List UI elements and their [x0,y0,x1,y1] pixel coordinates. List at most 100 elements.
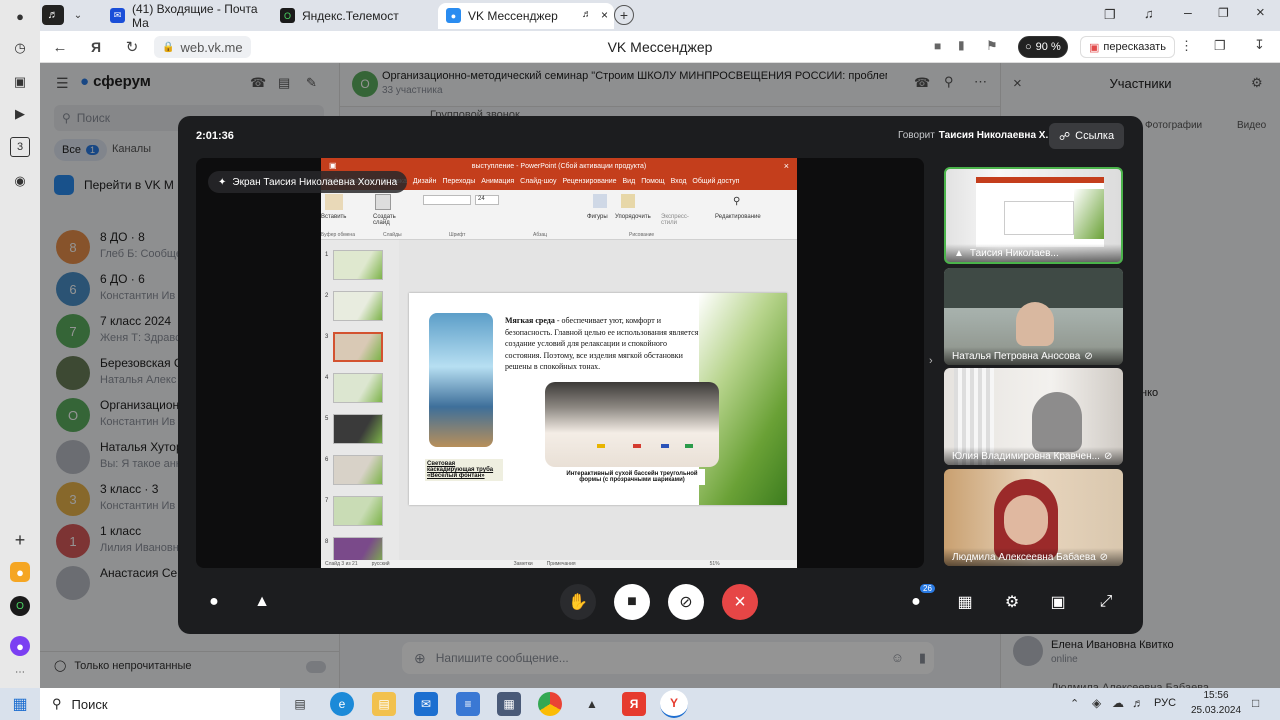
mic-button[interactable]: ⊘ [668,584,704,620]
yandex-icon[interactable]: Я [622,692,646,716]
ppt-ribbon: Вставить Создать слайд 24 Фигуры Упорядо… [321,190,797,240]
clock-time[interactable]: 15:56 [1186,690,1246,701]
tab-list-icon[interactable]: ⌄ [68,5,88,25]
call-timer: 2:01:36 [196,130,234,142]
grid-layout-button[interactable]: ▦ [947,584,983,620]
thumb-number: 8 [325,539,329,545]
pip-button[interactable]: ▣ [1040,584,1076,620]
add-icon[interactable]: + [10,530,30,550]
extensions-icon[interactable]: ❐ [1214,38,1226,54]
slide-thumbnail [333,291,383,321]
share-screen-button[interactable]: ▲ [244,584,280,620]
start-icon[interactable]: ▦ [8,692,32,716]
close-window-icon[interactable]: × [1256,4,1265,21]
zoom-badge[interactable]: ○ 90 % [1018,36,1068,58]
history-icon[interactable]: ◷ [10,38,30,58]
pool-light-green [685,444,693,448]
raise-hand-button[interactable]: ✋ [560,584,596,620]
chevron-right-icon[interactable]: › [929,355,933,367]
dry-pool-image [545,382,719,467]
app-orange-icon[interactable]: ● [10,562,30,582]
tray-chevron-icon[interactable]: ⌃ [1070,697,1079,710]
settings-button[interactable]: ⚙ [994,584,1030,620]
fullscreen-button[interactable]: ⤢ [1088,584,1124,620]
language-indicator[interactable]: РУС [1154,697,1176,709]
bookmark-manager-icon[interactable]: ❐ [1104,7,1116,23]
collections-icon[interactable]: ▣ [10,72,30,92]
restore-icon[interactable]: ❐ [1218,6,1229,20]
participant-tile[interactable]: Людмила Алексеевна Бабаева ⊘ [944,469,1123,566]
taskbar: ▦ ⚲ Поиск ▤ e ▤ ✉ ≡ ▦ ▲ Я Y ⌃ ◈ ☁ ♬ РУС … [0,688,1280,720]
tab-vk-messenger[interactable]: ● VK Мессенджер ♬ × [438,3,614,29]
bookmark-icon[interactable]: ⚑ [986,38,998,54]
tab-strip: ♬ ⌄ ✉ (41) Входящие - Почта Ма O Яндекс.… [40,0,1280,31]
new-slide-icon [375,194,391,210]
tab-telemost[interactable]: O Яндекс.Телемост [272,3,432,29]
translate-button[interactable]: ▣ пересказать [1080,36,1175,58]
camera-icon[interactable]: ◉ [10,171,30,191]
play-icon[interactable]: ▶ [10,104,30,124]
chat-icon: ● [209,593,219,610]
pool-light-yellow [597,444,605,448]
task-view-icon[interactable]: ▤ [288,692,312,716]
participant-tile[interactable]: Наталья Петровна Аносова ⊘ [944,268,1123,365]
thumb-number: 7 [325,498,329,504]
speaker-icon[interactable]: ♬ [42,5,64,25]
close-tab-icon[interactable]: × [601,8,608,22]
clock-date[interactable]: 25.03.2024 [1186,705,1246,716]
mail-icon[interactable]: ✉ [414,692,438,716]
participant-tile[interactable]: Юлия Владимировна Кравчен... ⊘ [944,368,1123,465]
copy-link-button[interactable]: ☍ Ссылка [1049,123,1125,149]
thumb-number: 2 [325,293,329,299]
slide-editor: Мягкая среда - обеспечивает уют, комфорт… [399,240,797,560]
alice-icon[interactable]: ● [10,636,30,656]
camera-button[interactable]: ■ [614,584,650,620]
fullscreen-icon: ⤢ [1099,593,1113,610]
telemost-icon[interactable]: O [10,596,30,616]
grid-icon: ▦ [957,594,973,611]
calculator-icon[interactable]: ≡ [456,692,480,716]
thumb-slide [1004,201,1074,235]
onedrive-icon[interactable]: ☁ [1112,696,1124,710]
link-icon: ☍ [1059,130,1071,143]
app-icon[interactable]: ▲ [580,692,604,716]
taskbar-search[interactable]: ⚲ Поиск [40,688,280,720]
tile-person [1016,302,1054,346]
store-icon[interactable]: ▦ [497,692,521,716]
camera-permission-icon[interactable]: ■ [934,39,941,53]
chrome-icon[interactable] [538,692,562,716]
ppt-title: выступление - PowerPoint (Сбой активации… [471,163,647,170]
mic-permission-icon[interactable]: ▮ [958,38,965,52]
thumb-number: 1 [325,252,329,258]
notifications-icon[interactable]: ♫ [1144,6,1154,21]
close-icon: × [734,590,746,613]
participant-tile[interactable]: ▲ Таисия Николаев... [944,167,1123,264]
participants-button[interactable]: ● 26 [898,584,935,620]
retell-icon: ▣ [1089,41,1100,54]
tab-mail[interactable]: ✉ (41) Входящие - Почта Ма [102,2,270,30]
new-tab-icon[interactable]: + [614,5,634,25]
downloads-icon[interactable]: ↧ [1254,37,1265,53]
participant-count-badge: 26 [920,584,935,593]
thumb-green [1074,189,1104,239]
ribbon-group-label: Буфер обмена [321,232,355,238]
explorer-icon[interactable]: ▤ [372,692,396,716]
thumb-ribbon [976,177,1104,183]
audio-playing-icon[interactable]: ♬ [582,9,592,20]
minimize-icon[interactable]: – [1184,4,1192,20]
end-call-button[interactable]: × [722,584,758,620]
edge-icon[interactable]: e [330,692,354,716]
profile-icon[interactable]: ● [10,6,30,26]
caption-pool: Интерактивный сухой бассейн треугольной … [559,469,705,485]
search-icon: ⚲ [52,696,62,711]
yandex-browser-icon[interactable]: Y [660,690,688,718]
chat-button[interactable]: ● [196,584,232,620]
menu-icon[interactable]: ⋮ [1180,38,1193,54]
volume-icon[interactable]: ♬ [1132,696,1144,710]
network-icon[interactable]: ◈ [1092,696,1101,710]
notification-center-icon[interactable]: □ [1252,696,1259,710]
mic-off-icon: ⊘ [679,594,693,611]
ppt-menu-item: Слайд-шоу [520,178,557,185]
more-icon[interactable]: ⋯ [10,662,30,682]
app-3-icon[interactable]: 3 [10,137,30,157]
